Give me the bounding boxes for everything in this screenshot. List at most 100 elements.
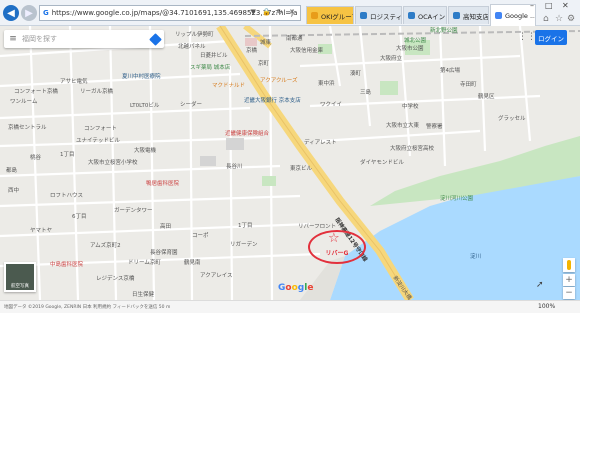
tab-label: OCAイントラ [418,12,446,21]
street-view-pegman-icon[interactable] [563,258,575,272]
map-label: リップル伊勢町 [175,32,214,38]
map-label: 6丁目 [72,214,87,220]
map-label: 日菱井ビル [200,53,228,59]
map-label: リバーフロント [298,224,337,230]
map-label: 中学校 [402,104,419,110]
maximize-icon[interactable]: □ [545,1,553,10]
settings-gear-icon[interactable]: ⚙ [567,14,575,24]
tab-favicon-icon [495,12,502,19]
map-label: レジデンス京橋 [96,276,135,282]
satellite-toggle[interactable]: 航空写真 [4,262,36,292]
map-label: スギ薬局 城本店 [190,65,231,71]
back-button[interactable]: ◀ [3,5,19,21]
forward-button[interactable]: ▶ [21,5,37,21]
login-button[interactable]: ログイン [535,30,567,45]
map-label: 都島 [6,168,18,174]
favorites-star-icon[interactable]: ☆ [555,14,563,24]
map-label: ダイヤモンドビル [360,160,404,166]
map-label: 鴨居歯科医院 [146,181,180,187]
map-label: アサヒ電気 [60,79,88,85]
tab-logistics[interactable]: ロジスティ... [355,6,402,24]
map-search-input[interactable]: ≡ 福岡を探す [4,30,164,48]
map-label: 桃谷 [30,155,42,161]
map-label: 大阪府立 [380,56,403,62]
tab-favicon-icon [408,12,415,19]
map-label: 中島歯科医院 [50,262,84,268]
river-g-marker: ☆ リバーG [308,230,366,264]
map-label: LT0LT0ビル [130,103,160,109]
tab-label: OKIグループ... [321,12,353,21]
tab-label: Google ... [505,11,536,20]
tab-favicon-icon [311,12,318,19]
map-label: 大阪電機 [134,148,157,154]
map-label: 寺田町 [460,82,477,88]
tab-oca-intranet[interactable]: OCAイントラ [403,6,447,24]
map-label: 湊町 [350,71,362,77]
map-label: 第4広場 [440,68,460,74]
google-favicon-icon: G [43,9,49,17]
home-icon[interactable]: ⌂ [543,14,549,24]
map-label: アクアクルーズ [260,78,298,84]
map-label: 京町 [258,61,270,67]
map-label: 京橋セントラル [8,125,47,131]
river-g-label: リバーG [325,250,349,257]
star-marker-icon: ☆ [328,231,340,246]
map-label: 大阪市立桜宮小学校 [88,160,138,166]
minimize-icon[interactable]: – [530,1,534,10]
tab-kochi-branch[interactable]: 高知支店 [448,6,489,24]
map-label: 長谷保育園 [150,250,178,256]
google-logo: Google [278,283,314,293]
map-copyright: 地図データ ©2019 Google, ZENRIN 日本 利用規約 フィードバ… [4,305,171,310]
map-label: グラッセル [498,116,526,122]
map-label: アムズ京町2 [90,243,121,249]
map-label: ワンルーム [10,99,38,105]
map-label: 東京ビル [290,166,313,172]
tab-favicon-icon [453,12,460,19]
map-label: 三島 [360,90,372,96]
search-placeholder: 福岡を探す [22,35,57,43]
zoom-level[interactable]: 100% [538,303,555,310]
compass-icon[interactable]: ➚ [536,280,544,290]
map-label: 長谷川 [226,164,243,170]
map-label: マクドナルド [212,83,246,89]
map-label: 淀川 [470,254,482,260]
map-label: 京橋 [246,48,258,54]
zoom-in-button[interactable]: + [563,274,575,286]
map-label: 西中 [8,188,20,194]
tab-favicon-icon [360,12,367,19]
map-canvas[interactable]: リップル伊勢町 北越パネル 日菱井ビル 城東 南都通 大阪信用金庫 スギ薬局 城… [0,26,580,300]
browser-toolbar: ◀ ▶ G https://www.google.co.jp/maps/@34.… [0,0,580,26]
map-label: 城北公園 [404,38,427,44]
map-label: 淀川河川公園 [440,196,474,202]
zoom-out-button[interactable]: − [563,287,575,299]
map-label: 夏川中村医療院 [122,74,161,80]
map-label: コンフォート京橋 [14,89,58,95]
satellite-label: 航空写真 [11,284,29,289]
apps-grid-icon[interactable]: ⋮⋮ [518,31,536,43]
hamburger-menu-icon[interactable]: ≡ [4,34,22,44]
address-bar[interactable]: G https://www.google.co.jp/maps/@34.7101… [39,5,301,21]
map-label: 大阪信用金庫 [290,48,324,54]
map-label: 1丁目 [60,152,75,158]
map-label: 南都通 [286,36,303,42]
close-window-icon[interactable]: ✕ [562,1,569,10]
map-label: 近畿健康保険組合 [225,131,270,137]
map-label: コンフォート [84,126,117,132]
map-label: 鶴見南 [184,260,201,266]
map-label: ディアレスト [304,140,337,146]
map-label: 大阪市公園 [396,46,424,52]
map-label: リガーデン [230,242,258,248]
tab-okigroup[interactable]: OKIグループ... [306,6,354,24]
map-label: ガーデンタワー [114,208,153,214]
map-label: 警察署 [426,124,443,130]
map-label: 大阪府立桜宮高校 [390,146,435,152]
address-tools-icon[interactable]: ▼ 🔒 ↻ ✕ [250,8,297,16]
map-label: 高田 [160,224,172,230]
map-base-svg [0,26,580,300]
map-label: 大阪市立大東 [386,123,420,129]
directions-icon[interactable] [149,32,162,46]
map-label: ロフトハウス [50,193,84,199]
map-label: ヤマトヤ [30,228,53,234]
map-label: ユナイテッドビル [76,138,120,144]
map-label: 新北野公園 [430,28,458,34]
